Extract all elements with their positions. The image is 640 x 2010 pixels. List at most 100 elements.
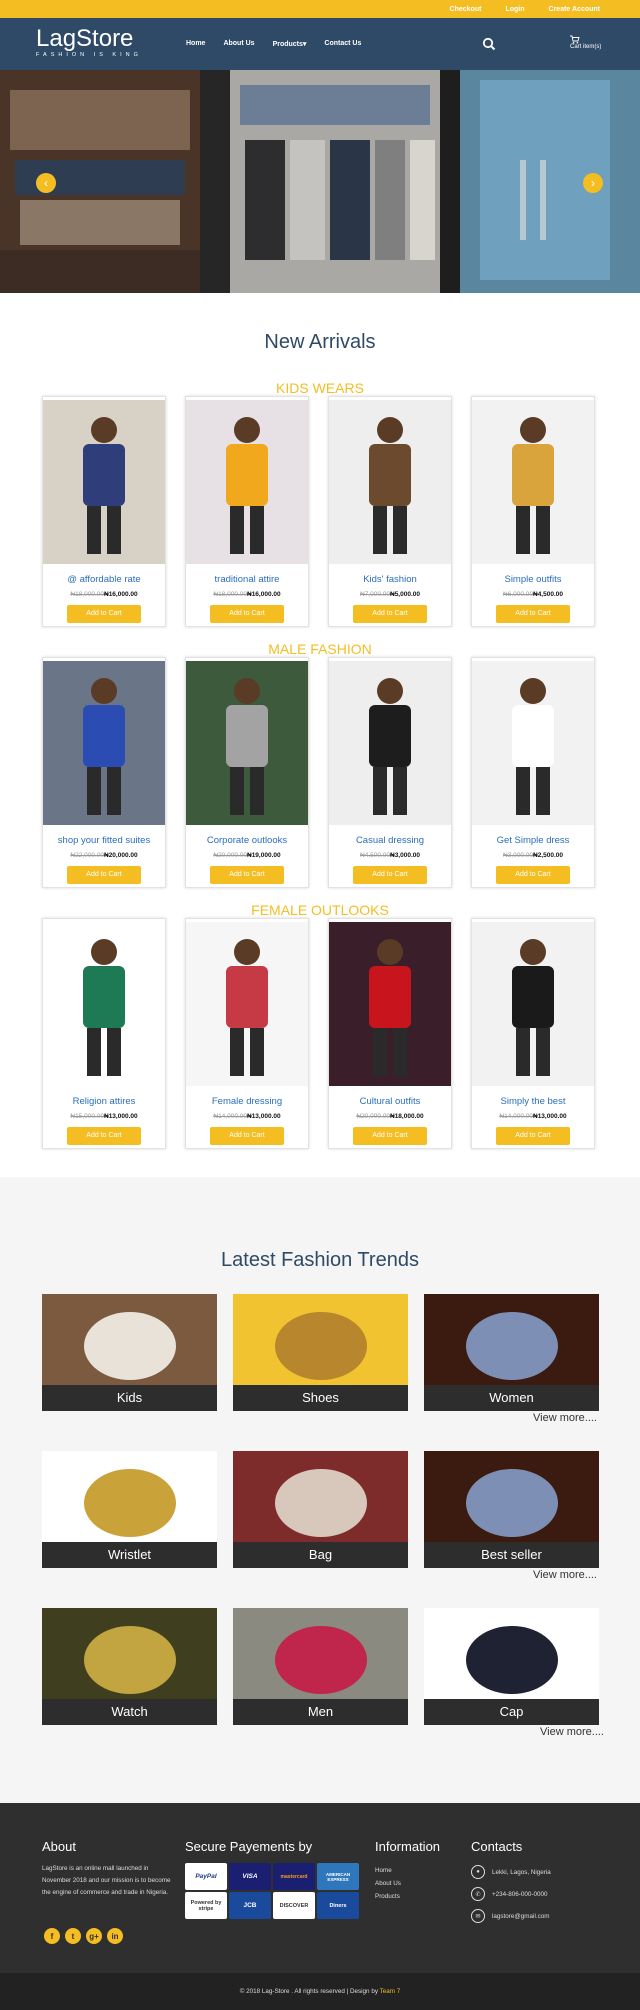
product-image[interactable]	[472, 661, 594, 825]
old-price: ₦22,000.00	[70, 852, 104, 859]
trend-tile[interactable]: Men	[233, 1608, 408, 1725]
product-image[interactable]	[329, 400, 451, 564]
footer-link-about-us[interactable]: About Us	[375, 1877, 401, 1890]
trend-row: Watch Men Cap	[0, 1608, 640, 1725]
add-to-cart-button[interactable]: Add to Cart	[210, 605, 284, 623]
checkout-link[interactable]: Checkout	[450, 6, 482, 13]
footer-link-products[interactable]: Products	[375, 1890, 401, 1903]
search-icon[interactable]	[482, 37, 496, 51]
nav-home[interactable]: Home	[186, 40, 205, 48]
footer-about-title: About	[42, 1839, 76, 1854]
login-link[interactable]: Login	[505, 6, 524, 13]
product-image[interactable]	[472, 922, 594, 1086]
product-name[interactable]: Casual dressing	[329, 835, 451, 846]
product-name[interactable]: Simple outfits	[472, 574, 594, 585]
current-price: ₦20,000.00	[104, 852, 138, 859]
product-image[interactable]	[329, 922, 451, 1086]
current-price: ₦13,000.00	[104, 1113, 138, 1120]
trend-caption: Cap	[424, 1699, 599, 1725]
view-more-link[interactable]: View more....	[0, 1568, 640, 1608]
nav-products[interactable]: Products▾	[273, 40, 307, 48]
trend-tile[interactable]: Bag	[233, 1451, 408, 1568]
create-account-link[interactable]: Create Account	[549, 6, 600, 13]
trend-caption: Bag	[233, 1542, 408, 1568]
add-to-cart-button[interactable]: Add to Cart	[353, 605, 427, 623]
product-image[interactable]	[43, 661, 165, 825]
product-name[interactable]: traditional attire	[186, 574, 308, 585]
trend-tile[interactable]: Kids	[42, 1294, 217, 1411]
product-name[interactable]: shop your fitted suites	[43, 835, 165, 846]
current-price: ₦5,000.00	[390, 591, 420, 598]
product-card: Casual dressing ₦4,500.00₦3,000.00 Add t…	[328, 657, 452, 888]
old-price: ₦20,000.00	[356, 1113, 390, 1120]
product-image[interactable]	[186, 661, 308, 825]
contact-phone: +234-806-000-0000	[492, 1890, 548, 1898]
nav-contact-us[interactable]: Contact Us	[324, 40, 361, 48]
product-name[interactable]: Get Simple dress	[472, 835, 594, 846]
product-card: traditional attire ₦18,000.00₦16,000.00 …	[185, 396, 309, 627]
product-name[interactable]: Simply the best	[472, 1096, 594, 1107]
category-title: KIDS WEARS	[276, 380, 364, 396]
product-name[interactable]: Cultural outfits	[329, 1096, 451, 1107]
product-name[interactable]: Kids' fashion	[329, 574, 451, 585]
trend-caption: Kids	[42, 1385, 217, 1411]
facebook-icon[interactable]: f	[44, 1928, 60, 1944]
current-price: ₦2,500.00	[533, 852, 563, 859]
old-price: ₦20,000.00	[213, 852, 247, 859]
product-name[interactable]: Corporate outlooks	[186, 835, 308, 846]
social-links: f t g+ in	[44, 1928, 123, 1944]
product-image[interactable]	[186, 400, 308, 564]
brand-logo[interactable]: LagStore FASHION IS KING	[36, 25, 142, 59]
add-to-cart-button[interactable]: Add to Cart	[67, 866, 141, 884]
carousel-prev-button[interactable]: ‹	[36, 173, 56, 193]
trend-tile[interactable]: Women	[424, 1294, 599, 1411]
add-to-cart-button[interactable]: Add to Cart	[353, 866, 427, 884]
view-more-link[interactable]: View more....	[0, 1411, 640, 1451]
add-to-cart-button[interactable]: Add to Cart	[353, 1127, 427, 1145]
product-name[interactable]: Female dressing	[186, 1096, 308, 1107]
cart-button[interactable]: Cart item(s)	[570, 35, 601, 50]
add-to-cart-button[interactable]: Add to Cart	[210, 866, 284, 884]
old-price: ₦18,000.00	[70, 591, 104, 598]
brand-name: LagStore	[36, 25, 134, 52]
nav-products-label: Products	[272, 41, 303, 48]
old-price: ₦14,000.00	[213, 1113, 247, 1120]
product-image[interactable]	[329, 661, 451, 825]
carousel-next-button[interactable]: ›	[583, 173, 603, 193]
trend-tile[interactable]: Cap	[424, 1608, 599, 1725]
product-name[interactable]: Religion attires	[43, 1096, 165, 1107]
product-image[interactable]	[186, 922, 308, 1086]
product-image[interactable]	[43, 922, 165, 1086]
google-plus-icon[interactable]: g+	[86, 1928, 102, 1944]
product-card: Corporate outlooks ₦20,000.00₦19,000.00 …	[185, 657, 309, 888]
trend-tile[interactable]: Watch	[42, 1608, 217, 1725]
add-to-cart-button[interactable]: Add to Cart	[496, 866, 570, 884]
footer-payments-title: Secure Payements by	[185, 1839, 313, 1854]
product-image[interactable]	[43, 400, 165, 564]
footer-link-home[interactable]: Home	[375, 1864, 401, 1877]
designer-link[interactable]: Team 7	[380, 1988, 401, 1995]
add-to-cart-button[interactable]: Add to Cart	[496, 1127, 570, 1145]
stripe-icon: Powered by stripe	[185, 1892, 227, 1919]
trend-tile[interactable]: Wristlet	[42, 1451, 217, 1568]
product-name[interactable]: @ affordable rate	[43, 574, 165, 585]
view-more-link[interactable]: View more....	[0, 1725, 640, 1765]
add-to-cart-button[interactable]: Add to Cart	[67, 605, 141, 623]
trend-tile[interactable]: Best seller	[424, 1451, 599, 1568]
twitter-icon[interactable]: t	[65, 1928, 81, 1944]
discover-icon: DISCOVER	[273, 1892, 315, 1919]
product-price: ₦22,000.00₦20,000.00	[43, 852, 165, 859]
main-header: LagStore FASHION IS KING Home About Us P…	[0, 18, 640, 70]
product-image[interactable]	[472, 400, 594, 564]
contact-email[interactable]: lagstore@gmail.com	[492, 1913, 550, 1920]
add-to-cart-button[interactable]: Add to Cart	[210, 1127, 284, 1145]
copyright-bar: © 2018 Lag-Store . All rights reserved |…	[0, 1973, 640, 2010]
phone-icon: ✆	[471, 1887, 485, 1901]
add-to-cart-button[interactable]: Add to Cart	[496, 605, 570, 623]
nav-about-us[interactable]: About Us	[223, 40, 254, 48]
trend-tile[interactable]: Shoes	[233, 1294, 408, 1411]
fashion-trends-section: Latest Fashion Trends Kids Shoes Women Vi…	[0, 1177, 640, 1803]
add-to-cart-button[interactable]: Add to Cart	[67, 1127, 141, 1145]
linkedin-icon[interactable]: in	[107, 1928, 123, 1944]
diners-club-icon: Diners	[317, 1892, 359, 1919]
